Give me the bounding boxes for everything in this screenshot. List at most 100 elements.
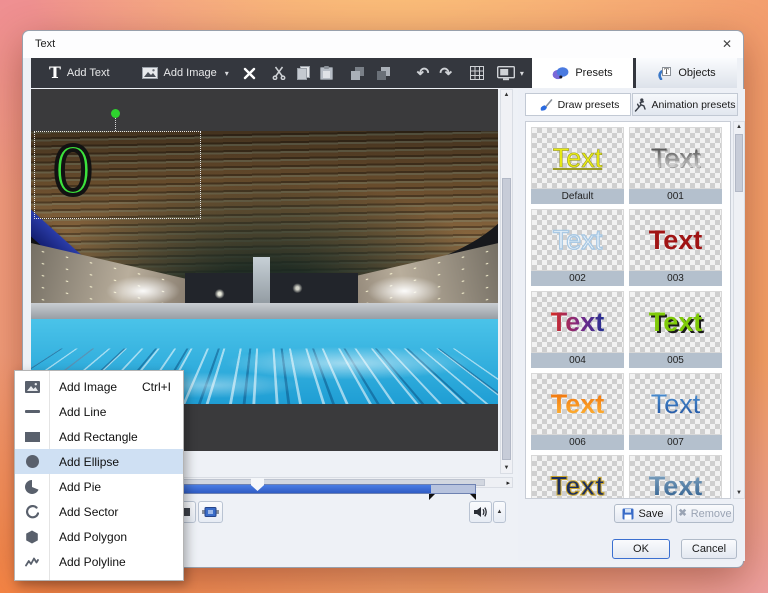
save-button[interactable]: Save (614, 504, 672, 523)
add-text-button[interactable]: T Add Text (49, 65, 110, 81)
speaker-icon (473, 506, 488, 518)
preset-label: 001 (629, 189, 722, 204)
ok-button[interactable]: OK (612, 539, 670, 559)
title-bar: Text ✕ (23, 31, 743, 58)
remove-x-icon: ✖ (678, 508, 686, 519)
scroll-up-icon[interactable]: ▲ (501, 92, 512, 98)
grid-button[interactable] (470, 66, 484, 80)
menu-item-add-polyline[interactable]: Add Polyline (15, 549, 183, 574)
grid-icon (470, 66, 484, 80)
overlay-text-object[interactable]: 0 (52, 133, 94, 211)
pie-icon (15, 480, 49, 494)
preset-label: Default (531, 189, 624, 204)
remove-label: Remove (691, 508, 732, 520)
preset-thumbnail: Text (531, 127, 624, 189)
sector-icon (15, 505, 49, 519)
image-icon (142, 67, 158, 79)
paste-button[interactable] (320, 66, 333, 80)
preset-item-partial-2[interactable]: Text (629, 455, 722, 499)
brush-icon (537, 98, 553, 112)
display-mode-dropdown[interactable]: ▾ (520, 69, 524, 78)
preset-thumbnail: Text (629, 291, 722, 353)
copy-button[interactable] (297, 66, 310, 80)
preset-item-005[interactable]: Text 005 (629, 291, 722, 368)
cut-button[interactable] (272, 66, 286, 80)
add-image-button[interactable]: Add Image (142, 67, 217, 79)
svg-text:T: T (664, 67, 669, 76)
preset-thumbnail: Text (629, 455, 722, 499)
add-image-dropdown[interactable]: ▾ (225, 69, 229, 78)
objects-icon: T (657, 66, 672, 80)
menu-item-add-line[interactable]: Add Line (15, 399, 183, 424)
running-man-icon (634, 98, 646, 112)
preset-label: 007 (629, 435, 722, 450)
presets-scrollbar[interactable]: ▲ ▼ (733, 121, 745, 499)
tab-objects-label: Objects (678, 67, 715, 79)
timeline-range-start-marker[interactable] (429, 494, 435, 500)
preview-vscroll-thumb[interactable] (502, 178, 511, 460)
add-image-label: Add Image (164, 67, 217, 79)
floppy-save-icon (622, 508, 634, 520)
volume-button[interactable] (469, 501, 492, 523)
subtab-animation-label: Animation presets (651, 99, 735, 111)
delete-x-icon (243, 67, 256, 80)
ok-label: OK (633, 543, 649, 555)
menu-item-add-sector[interactable]: Add Sector (15, 499, 183, 524)
scroll-down-icon[interactable]: ▼ (734, 490, 744, 496)
scroll-right-icon[interactable]: ▸ (506, 479, 510, 487)
menu-shortcut: Ctrl+I (142, 380, 171, 394)
line-icon (15, 410, 49, 413)
menu-item-add-image[interactable]: Add Image Ctrl+I (15, 374, 183, 399)
presets-scroll-thumb[interactable] (735, 134, 743, 192)
undo-button[interactable]: ↶ (417, 66, 430, 81)
preset-item-partial-1[interactable]: Text (531, 455, 624, 499)
presets-icon (552, 66, 569, 80)
preset-item-003[interactable]: Text 003 (629, 209, 722, 286)
volume-dropdown-button[interactable]: ▲ (493, 501, 506, 523)
scroll-down-icon[interactable]: ▼ (501, 465, 512, 471)
window-title: Text (35, 38, 55, 50)
remove-button[interactable]: ✖ Remove (676, 504, 734, 523)
preset-item-002[interactable]: Text 002 (531, 209, 624, 286)
menu-item-add-polygon[interactable]: Add Polygon (15, 524, 183, 549)
context-menu: Add Image Ctrl+I Add Line Add Rectangle … (14, 370, 184, 581)
copy-icon (297, 66, 310, 80)
cancel-label: Cancel (692, 543, 726, 555)
frame-capture-icon (202, 506, 219, 518)
monitor-icon (497, 66, 515, 81)
preset-thumbnail: Text (531, 209, 624, 271)
menu-item-add-rectangle[interactable]: Add Rectangle (15, 424, 183, 449)
preset-item-default[interactable]: Text Default (531, 127, 624, 204)
scroll-up-icon[interactable]: ▲ (734, 124, 744, 130)
tab-objects[interactable]: T Objects (636, 58, 737, 88)
send-backward-icon (377, 67, 391, 80)
menu-item-add-ellipse[interactable]: Add Ellipse (15, 449, 183, 474)
preset-item-001[interactable]: Text 001 (629, 127, 722, 204)
preset-item-007[interactable]: Text 007 (629, 373, 722, 450)
send-backward-button[interactable] (377, 67, 391, 80)
preset-item-004[interactable]: Text 004 (531, 291, 624, 368)
rotation-handle-line (115, 118, 116, 131)
preset-label: 002 (531, 271, 624, 286)
save-label: Save (638, 508, 663, 520)
close-button[interactable]: ✕ (722, 37, 732, 51)
bring-forward-button[interactable] (351, 67, 365, 80)
preset-thumbnail: Text (531, 373, 624, 435)
menu-item-add-pie[interactable]: Add Pie (15, 474, 183, 499)
preview-vertical-scrollbar[interactable]: ▲ ▼ (500, 89, 513, 474)
preset-label: 004 (531, 353, 624, 368)
subtab-draw-presets[interactable]: Draw presets (525, 93, 631, 116)
frame-capture-button[interactable] (198, 501, 223, 523)
subtab-animation-presets[interactable]: Animation presets (632, 93, 738, 116)
preset-thumbnail: Text (531, 291, 624, 353)
preset-item-006[interactable]: Text 006 (531, 373, 624, 450)
ellipse-icon (15, 455, 49, 468)
display-mode-button[interactable] (497, 66, 515, 81)
scissors-icon (272, 66, 286, 80)
cancel-button[interactable]: Cancel (681, 539, 737, 559)
timeline-range-end-marker[interactable] (470, 494, 476, 500)
delete-button[interactable] (243, 67, 256, 80)
rotation-handle[interactable] (111, 109, 120, 118)
tab-presets[interactable]: Presets (532, 58, 633, 88)
redo-button[interactable]: ↷ (439, 66, 452, 81)
